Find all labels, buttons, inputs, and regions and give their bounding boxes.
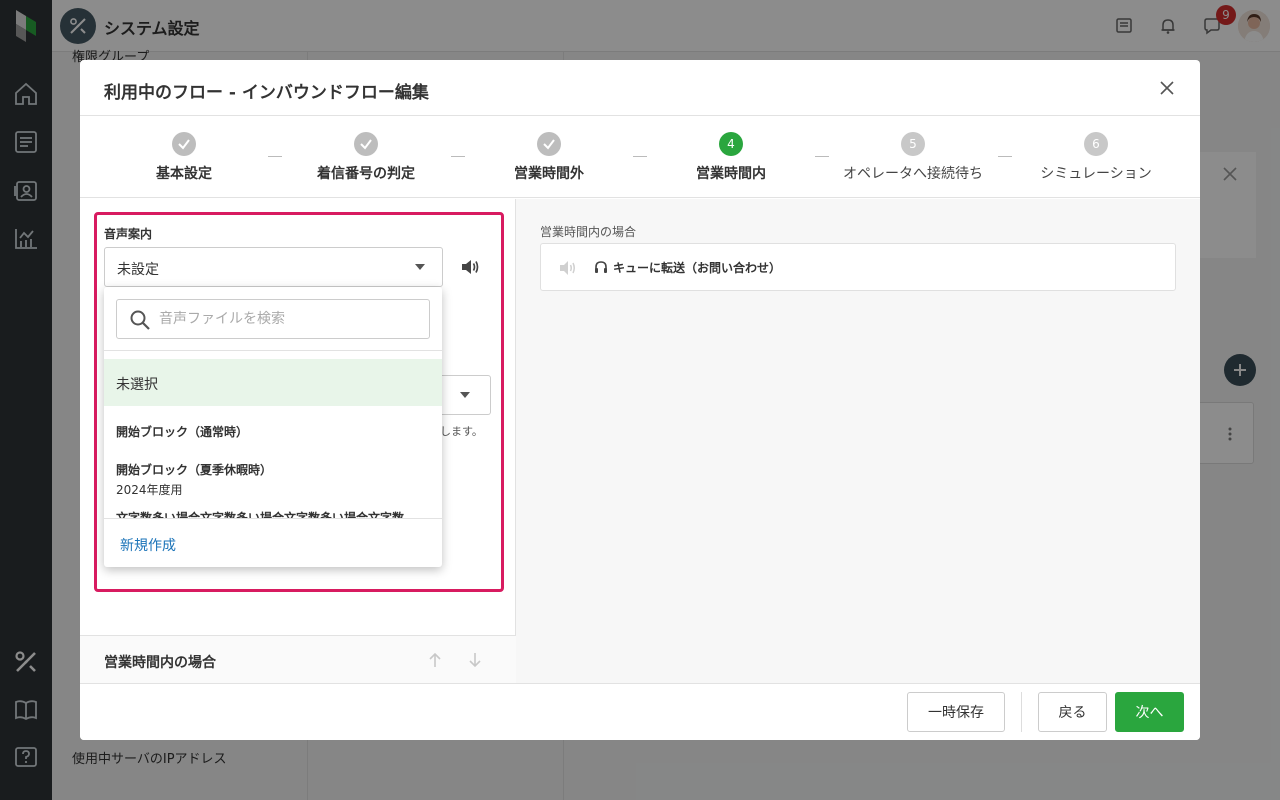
divider: [104, 518, 442, 519]
section-title: 営業時間内の場合: [104, 655, 216, 671]
step-operator-wait[interactable]: 5 オペレータへ接続待ち: [823, 132, 1003, 183]
step-label: 基本設定: [156, 166, 212, 182]
modal-footer: 一時保存 戻る 次へ: [80, 683, 1200, 740]
option-title: 開始ブロック（夏季休暇時）: [116, 463, 273, 477]
modal-header: 利用中のフロー - インバウンドフロー編集: [80, 60, 1200, 116]
step-label: 営業時間外: [514, 166, 584, 182]
check-icon: [172, 132, 196, 156]
preview-card: キューに転送（お問い合わせ）: [540, 243, 1176, 291]
search-input[interactable]: [159, 308, 419, 330]
create-new-link[interactable]: 新規作成: [120, 535, 176, 555]
step-incoming-number[interactable]: 着信番号の判定: [276, 132, 456, 183]
option-title: 文字数多い場合文字数多い場合文字数多い場合文字数…: [116, 511, 417, 518]
arrow-down-icon[interactable]: [465, 650, 485, 670]
dropdown-option-none[interactable]: 未選択: [104, 359, 442, 406]
step-number: 5: [901, 132, 925, 156]
check-icon: [354, 132, 378, 156]
option-title: 開始ブロック（通常時）: [116, 425, 249, 439]
caret-down-icon: [415, 264, 425, 270]
preview-card-text: キューに転送（お問い合わせ）: [613, 261, 782, 275]
dropdown-option[interactable]: 文字数多い場合文字数多い場合文字数多い場合文字数…: [104, 502, 442, 518]
speaker-play-icon[interactable]: [458, 255, 482, 279]
step-label: オペレータへ接続待ち: [843, 166, 983, 182]
back-button[interactable]: 戻る: [1038, 692, 1107, 732]
step-simulation[interactable]: 6 シミュレーション: [1006, 132, 1186, 183]
divider: [104, 350, 442, 351]
save-temporary-button[interactable]: 一時保存: [907, 692, 1005, 732]
step-label: 着信番号の判定: [317, 166, 415, 182]
background-add-icon: [1224, 354, 1256, 386]
option-subtitle: 2024年度用: [116, 483, 183, 497]
step-label: 営業時間内: [696, 166, 766, 182]
preview-pane: 営業時間内の場合 キューに転送（お問い合わせ）: [516, 199, 1200, 683]
dropdown-option[interactable]: 開始ブロック（通常時）: [104, 408, 442, 446]
step-number: 6: [1084, 132, 1108, 156]
settings-pane: します。 音声案内 未設定 未選択 開始ブロック（通常時） 開始ブロック（夏季休…: [80, 199, 516, 683]
option-title: 未選択: [116, 377, 158, 393]
flow-edit-modal: 利用中のフロー - インバウンドフロー編集 基本設定 着信番号の判定 営業時間外: [80, 60, 1200, 740]
search-icon: [130, 310, 150, 330]
section-header-business-hours: 営業時間内の場合: [80, 635, 516, 683]
background-more-icon: [1222, 426, 1238, 442]
voice-file-dropdown: 未選択 開始ブロック（通常時） 開始ブロック（夏季休暇時） 2024年度用 文字…: [104, 287, 442, 567]
close-icon[interactable]: [1157, 78, 1177, 98]
wizard-stepper: 基本設定 着信番号の判定 営業時間外 4 営業時間内 5 オペレータへ接続待ち: [80, 116, 1200, 198]
voice-guidance-select[interactable]: 未設定: [104, 247, 443, 287]
next-button[interactable]: 次へ: [1115, 692, 1184, 732]
select-value: 未設定: [117, 262, 159, 278]
headset-icon: [595, 261, 607, 273]
step-basic-settings[interactable]: 基本設定: [94, 132, 274, 183]
step-business-hours[interactable]: 4 営業時間内: [641, 132, 821, 183]
speaker-muted-icon: [560, 261, 575, 275]
arrow-up-icon[interactable]: [425, 650, 445, 670]
background-close-icon: [1222, 166, 1238, 182]
check-icon: [537, 132, 561, 156]
step-label: シミュレーション: [1040, 166, 1152, 182]
step-number: 4: [719, 132, 743, 156]
step-outside-hours[interactable]: 営業時間外: [459, 132, 639, 183]
modal-title: 利用中のフロー - インバウンドフロー編集: [104, 83, 429, 103]
voice-file-search: [116, 299, 430, 339]
preview-label: 営業時間内の場合: [540, 225, 637, 239]
voice-guidance-label: 音声案内: [104, 227, 153, 241]
dropdown-option[interactable]: 開始ブロック（夏季休暇時） 2024年度用: [104, 446, 442, 502]
footer-separator: [1021, 692, 1022, 732]
